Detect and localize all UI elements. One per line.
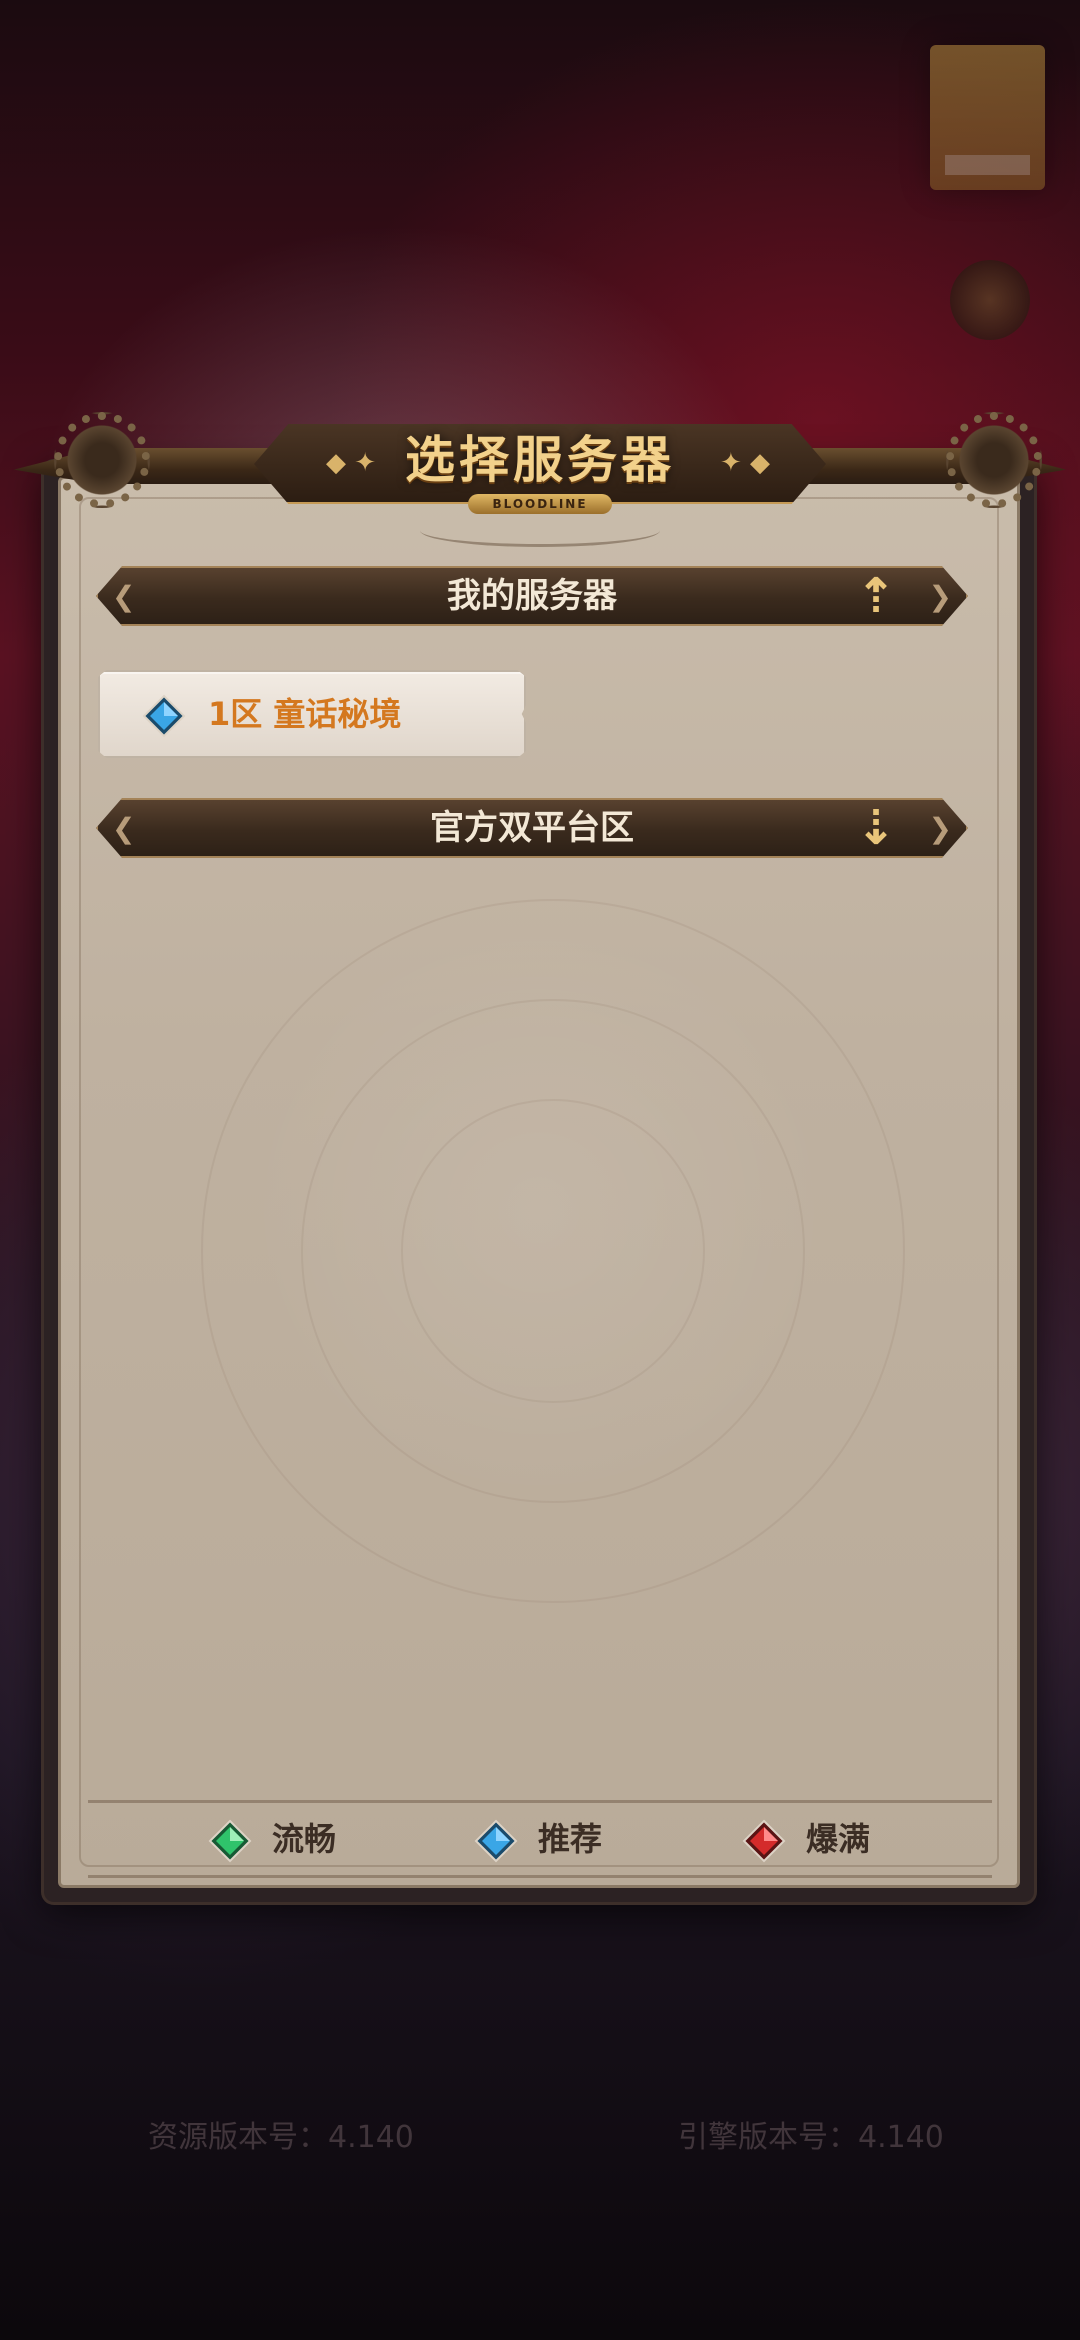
blue-gem-icon: [474, 1819, 518, 1863]
blue-gem-icon: [142, 694, 186, 738]
bloodline-badge: BLOODLINE: [468, 494, 612, 514]
ornament-right-icon: ❯: [928, 580, 952, 613]
dialog-title: 选择服务器: [405, 430, 675, 489]
server-item-1[interactable]: 1区 童话秘境: [98, 670, 526, 758]
section-label: 官方双平台区: [430, 808, 634, 848]
legend-label: 流畅: [272, 1820, 337, 1858]
green-gem-icon: [208, 1819, 252, 1863]
background-ornament: [401, 1099, 705, 1403]
ornament-right-icon: ❯: [928, 812, 952, 845]
server-name: 1区 童话秘境: [208, 695, 402, 733]
dialog-title-bar: ◆ ✦ ✦ ◆ 选择服务器 BLOODLINE: [14, 412, 1066, 514]
arrow-up-icon[interactable]: ⇡: [848, 568, 904, 624]
resource-version-text: 资源版本号：4.140: [148, 2120, 414, 2155]
section-label: 我的服务器: [447, 576, 617, 616]
arrow-down-icon[interactable]: ⇣: [848, 800, 904, 856]
flourish-ornament: [420, 514, 660, 547]
legend-label: 爆满: [806, 1820, 871, 1858]
legend-label: 推荐: [538, 1820, 603, 1858]
section-header-official-dual-platform[interactable]: ❮ 官方双平台区 ⇣ ❯: [96, 798, 968, 858]
background-menu-icon: [930, 45, 1045, 190]
status-legend: 流畅 推荐 爆满: [88, 1800, 992, 1878]
red-gem-icon: [742, 1819, 786, 1863]
background-round-icon: [950, 260, 1030, 340]
section-header-my-servers[interactable]: ❮ 我的服务器 ⇡ ❯: [96, 566, 968, 626]
engine-version-text: 引擎版本号：4.140: [678, 2120, 944, 2155]
